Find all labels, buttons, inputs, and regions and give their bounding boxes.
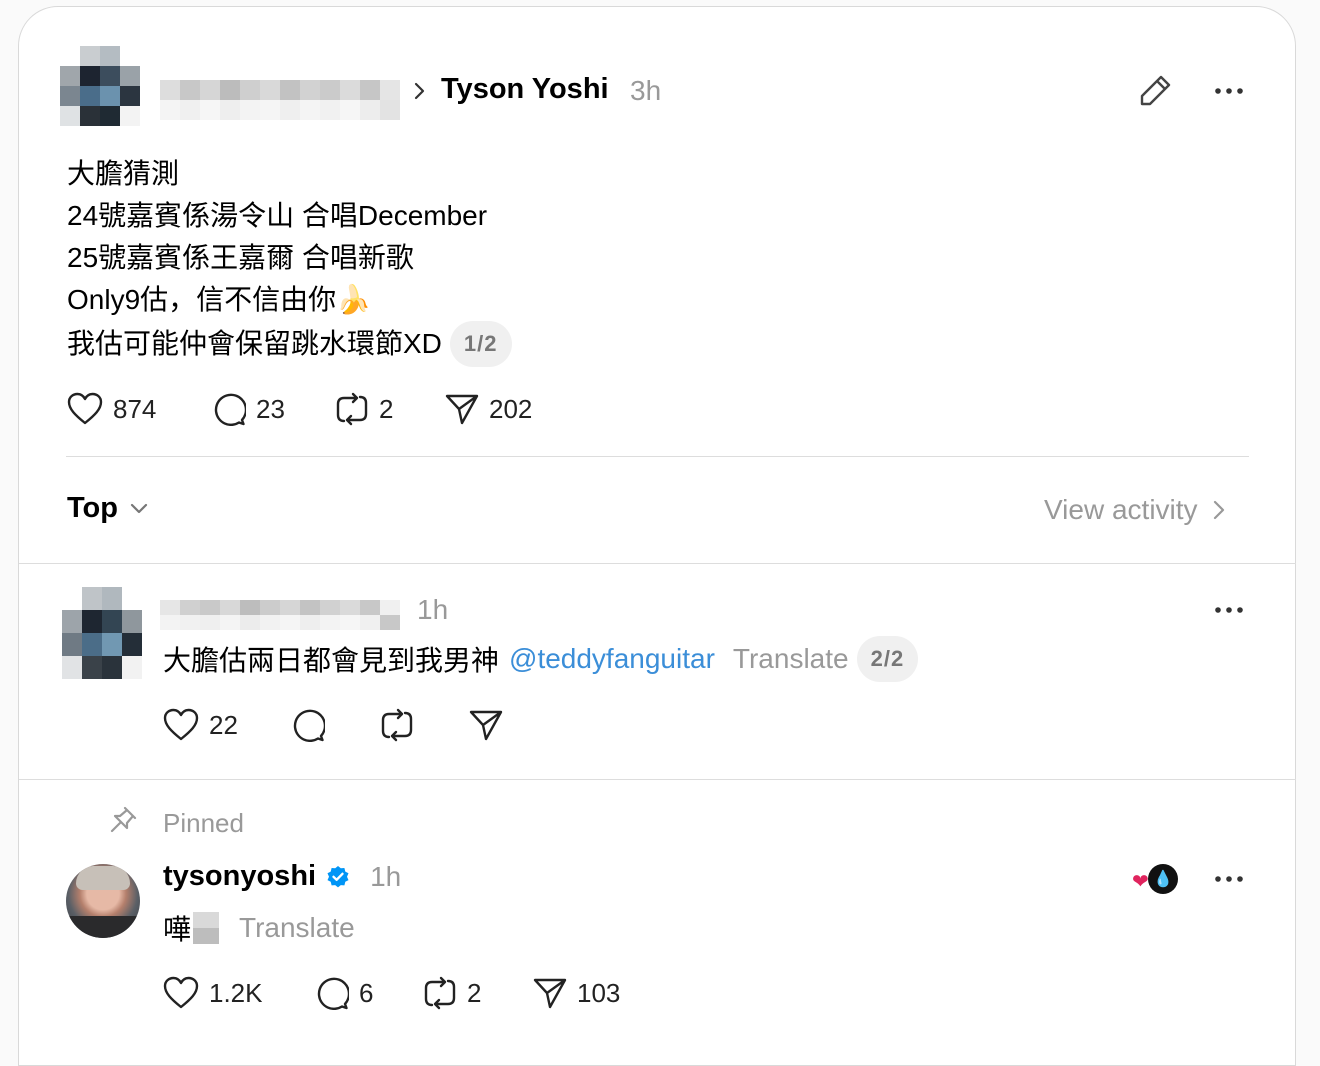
mention-link[interactable]: @teddyfanguitar <box>509 643 715 675</box>
heart-reaction-icon: ❤ <box>1132 871 1149 893</box>
more-icon[interactable] <box>1214 872 1244 886</box>
post-time: 3h <box>630 75 662 106</box>
divider <box>66 456 1249 457</box>
share-icon <box>469 709 503 741</box>
comment-count: 6 <box>359 977 374 1008</box>
chevron-right-icon <box>1212 499 1226 521</box>
comment-icon <box>212 392 246 426</box>
share-icon <box>533 977 567 1009</box>
pin-icon <box>108 805 138 835</box>
like-button[interactable]: 22 <box>163 708 291 742</box>
reply-username[interactable]: tysonyoshi <box>163 860 316 893</box>
share-button[interactable]: 202 <box>445 392 565 426</box>
avatar-blurred[interactable] <box>62 587 142 679</box>
repost-count: 2 <box>379 393 394 424</box>
heart-icon <box>163 976 199 1010</box>
divider <box>19 779 1296 780</box>
translate-link[interactable]: Translate <box>733 643 849 675</box>
view-activity-label: View activity <box>1044 494 1198 525</box>
avatar-blurred[interactable] <box>60 46 140 126</box>
post-body: 大膽猜測 24號嘉賓係湯令山 合唱December 25號嘉賓係王嘉爾 合唱新歌… <box>67 153 512 367</box>
comment-button[interactable]: 6 <box>315 976 423 1010</box>
reaction-badge[interactable]: 💧 ❤ <box>1132 864 1180 896</box>
avatar[interactable] <box>66 864 140 938</box>
more-icon[interactable] <box>1214 84 1244 98</box>
like-count: 22 <box>209 709 238 740</box>
repost-button[interactable] <box>380 708 469 742</box>
page-indicator: 1/2 <box>449 321 512 367</box>
post-line: 25號嘉賓係王嘉爾 合唱新歌 <box>67 242 414 273</box>
reply-body: 大膽估兩日都會見到我男神 @teddyfanguitar Translate 2… <box>163 636 919 682</box>
chevron-down-icon <box>130 503 148 515</box>
share-button[interactable]: 103 <box>533 976 643 1010</box>
repost-button[interactable]: 2 <box>423 976 533 1010</box>
post-line: Only9估，信不信由你🍌 <box>67 284 372 315</box>
comment-icon <box>291 708 325 742</box>
reply-text: 大膽估兩日都會見到我男神 <box>163 645 500 676</box>
like-count: 1.2K <box>209 977 263 1008</box>
repost-icon <box>423 976 457 1010</box>
translate-link[interactable]: Translate <box>239 912 355 944</box>
comment-icon <box>315 976 349 1010</box>
reply-time: 1h <box>370 860 402 892</box>
repost-button[interactable]: 2 <box>335 392 445 426</box>
reply-body: 嘩 Translate <box>163 908 355 948</box>
reply-time: 1h <box>417 594 449 625</box>
view-activity-link[interactable]: View activity <box>1044 494 1226 526</box>
post-line: 大膽猜測 <box>67 158 180 189</box>
share-icon <box>445 393 479 425</box>
share-button[interactable] <box>469 708 529 742</box>
page-indicator: 2/2 <box>856 636 919 682</box>
verified-icon <box>326 865 350 889</box>
reply-text: 嘩 <box>163 914 192 945</box>
share-count: 202 <box>489 393 533 424</box>
author-name[interactable]: Tyson Yoshi <box>441 73 609 106</box>
repost-icon <box>380 708 414 742</box>
repost-count: 2 <box>467 977 482 1008</box>
comment-count: 23 <box>256 393 285 424</box>
sort-dropdown[interactable]: Top <box>67 492 148 525</box>
post-line: 我估可能仲會保留跳水環節XD <box>67 328 442 359</box>
divider <box>19 563 1296 564</box>
comment-button[interactable]: 23 <box>212 392 335 426</box>
pinned-label: Pinned <box>163 808 244 838</box>
like-button[interactable]: 1.2K <box>163 976 315 1010</box>
comment-button[interactable] <box>291 708 380 742</box>
more-icon[interactable] <box>1214 603 1244 617</box>
share-count: 103 <box>577 977 621 1008</box>
repost-icon <box>335 392 369 426</box>
pencil-icon[interactable] <box>1138 72 1174 108</box>
username-blurred[interactable] <box>160 80 400 120</box>
like-button[interactable]: 874 <box>67 392 212 426</box>
sort-label: Top <box>67 492 118 524</box>
blurred-char <box>193 912 220 944</box>
chevron-right-icon <box>413 82 427 100</box>
post-line: 24號嘉賓係湯令山 合唱December <box>67 200 488 231</box>
username-blurred[interactable] <box>160 600 400 630</box>
droplet-icon: 💧 <box>1148 864 1178 894</box>
heart-icon <box>163 708 199 742</box>
like-count: 874 <box>113 393 157 424</box>
heart-icon <box>67 392 103 426</box>
